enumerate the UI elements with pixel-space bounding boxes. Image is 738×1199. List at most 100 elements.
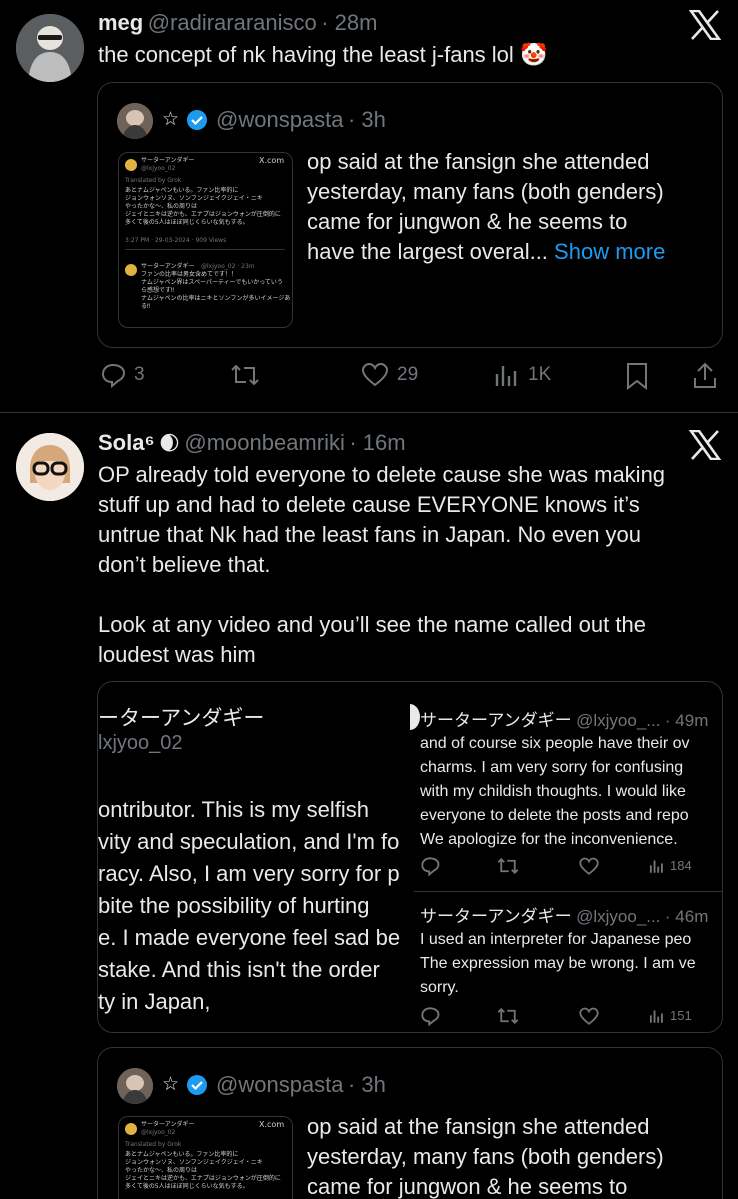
reply1-line-2: charms. I am very sorry for confusing <box>420 759 684 776</box>
mini-translated: Translated by Grok <box>125 1141 182 1148</box>
heart-icon <box>579 1007 599 1025</box>
reply1-actions: 184 <box>420 856 720 878</box>
like-button[interactable]: 29 <box>361 362 418 388</box>
reply1-name: サーターアンダギー <box>420 711 572 731</box>
tweet-time[interactable]: · 16m <box>349 430 405 455</box>
mini-handle: @lxjyoo_02 <box>141 1129 176 1136</box>
quote-line-3: came for jungwon & he seems to <box>307 209 628 234</box>
mini-name: サーターアンダギー <box>141 1121 195 1128</box>
author-handle[interactable]: @moonbeamriki <box>184 430 345 455</box>
mini-reply-line-5: る‼ <box>141 303 150 310</box>
reply2-time: · 46m <box>664 907 709 926</box>
bookmark-button[interactable] <box>625 362 649 390</box>
left-line-3: racy. Also, I am very sorry for p <box>98 861 400 886</box>
avatar-image <box>16 433 84 501</box>
left-line-7: ty in Japan, <box>98 989 211 1014</box>
right-avatar-edge <box>410 704 420 730</box>
tweet-line-3: untrue that Nk had the least fans in Jap… <box>98 522 642 547</box>
retweet-icon <box>497 1007 519 1025</box>
author-handle[interactable]: @radirararanisco <box>148 10 317 35</box>
mini-avatar <box>125 1123 137 1135</box>
mini-reply-name: サーターアンダギー <box>141 263 195 270</box>
reply2-line-2: The expression may be wrong. I am ve <box>420 955 696 972</box>
retweet-button[interactable] <box>229 362 261 388</box>
mini-reply-line-4: ナムジャペンの比率はニキとソンフンが多いイメージあ <box>141 295 291 302</box>
reply2-name: サーターアンダギー <box>420 907 572 927</box>
reply-divider <box>414 891 722 892</box>
x-logo-icon <box>688 429 722 465</box>
mini-line-4: ジェイとニキは逆かも、エナプはジョンウォンが圧倒的に <box>125 1175 281 1182</box>
author-name[interactable]: Sola⁶ <box>98 430 155 455</box>
avatar-image <box>16 14 84 82</box>
tweet-line-6: Look at any video and you’ll see the nam… <box>98 612 646 637</box>
reply-icon <box>421 857 440 876</box>
heart-icon <box>361 362 389 387</box>
retweet-icon <box>497 857 519 875</box>
quote-avatar <box>117 1068 153 1104</box>
reply1-handle: @lxjyoo_... <box>576 711 661 730</box>
quote-media-image[interactable]: サーターアンダギー @lxjyoo_02 X.com Translated by… <box>118 1116 293 1199</box>
verified-badge-icon <box>186 1074 208 1101</box>
author-name[interactable]: meg <box>98 10 143 35</box>
reply-button[interactable]: 3 <box>100 362 145 388</box>
quote-tweet-card[interactable]: ☆ @wonspasta · 3h サーターアンダギー @lxjyoo_02 X… <box>97 82 723 348</box>
share-icon <box>694 362 716 388</box>
retweet-icon <box>231 364 259 386</box>
left-line-5: e. I made everyone feel sad be <box>98 925 401 950</box>
quote-media-image[interactable]: サーターアンダギー @lxjyoo_02 X.com Translated by… <box>118 152 293 328</box>
reply1-views: 184 <box>670 858 692 873</box>
mini-reply-line-2: ナムジャペン界はスペーパーティーでもいかっていう <box>141 279 283 286</box>
mini-meta: 3:27 PM · 29-03-2024 · 909 Views <box>125 237 227 244</box>
image-right-panel: サーターアンダギー @lxjyoo_... · 49m and of cours… <box>410 682 722 1032</box>
tweet-line-2: stuff up and had to delete cause EVERYON… <box>98 492 640 517</box>
quote-line-4: have the largest overal... <box>307 239 548 264</box>
reply2-views: 151 <box>670 1008 692 1023</box>
quote-tweet-card[interactable]: ☆ @wonspasta · 3h サーターアンダギー @lxjyoo_02 X… <box>97 1047 723 1199</box>
quote-line-1: op said at the fansign she attended <box>307 1114 650 1139</box>
mini-xcom: X.com <box>259 156 285 165</box>
mini-line-2: ジョンウォンソヌ、ソンフンジェイクジェイ・ニキ <box>125 195 263 202</box>
avatar-sola[interactable] <box>16 433 84 501</box>
mini-reply-handle: @lxjyoo_02 · 23m <box>201 263 255 270</box>
left-line-1: ontributor. This is my selfish <box>98 797 370 822</box>
share-button[interactable] <box>692 362 718 390</box>
verified-badge-icon <box>186 109 208 136</box>
clown-emoji: 🤡 <box>519 42 548 67</box>
views-button[interactable]: 1K <box>494 362 551 388</box>
mini-line-3: やったかな〜、私の周りは <box>125 203 198 210</box>
image-left-panel: ーターアンダギー lxjyoo_02 ontributor. This is m… <box>98 682 410 1032</box>
like-count: 29 <box>397 364 419 385</box>
quote-line-3: came for jungwon & he seems to <box>307 1174 628 1199</box>
quote-line-2: yesterday, many fans (both genders) <box>307 1144 664 1169</box>
mini-name: サーターアンダギー <box>141 157 195 164</box>
reply2-actions: 151 <box>420 1006 720 1028</box>
reply2-line-1: I used an interpreter for Japanese peo <box>420 931 692 948</box>
reply2-handle: @lxjyoo_... <box>576 907 661 926</box>
tweet-divider <box>0 412 738 413</box>
quote-line-1: op said at the fansign she attended <box>307 149 650 174</box>
mini-translated: Translated by Grok <box>125 177 182 184</box>
attached-image[interactable]: ーターアンダギー lxjyoo_02 ontributor. This is m… <box>97 681 723 1033</box>
show-more-link[interactable]: Show more <box>554 239 665 264</box>
views-icon <box>649 1010 663 1023</box>
quote-avatar <box>117 103 153 139</box>
bookmark-icon <box>627 363 647 390</box>
mini-line-5: 多くて後の5人はほぼ同じくらいな気もする。 <box>125 219 249 226</box>
mini-line-5: 多くて後の5人はほぼ同じくらいな気もする。 <box>125 1183 249 1190</box>
views-count: 1K <box>528 364 552 385</box>
mini-avatar <box>125 159 137 171</box>
star-icon: ☆ <box>162 1074 180 1095</box>
quote-line-2: yesterday, many fans (both genders) <box>307 179 664 204</box>
left-line-2: vity and speculation, and I'm fo <box>98 829 400 854</box>
mini-line-2: ジョンウォンソヌ、ソンフンジェイクジェイ・ニキ <box>125 1159 263 1166</box>
reply1-line-1: and of course six people have their ov <box>420 735 690 752</box>
moon-emoji: 🌒 <box>159 433 180 455</box>
mini-actions <box>125 249 285 257</box>
reply1-time: · 49m <box>664 711 709 730</box>
reply1-line-4: everyone to delete the posts and repo <box>420 807 689 824</box>
mini-xcom: X.com <box>259 1120 285 1129</box>
quote-time: · 3h <box>347 107 386 132</box>
x-logo-icon <box>688 9 722 45</box>
avatar-meg[interactable] <box>16 14 84 82</box>
tweet-time[interactable]: · 28m <box>321 10 377 35</box>
